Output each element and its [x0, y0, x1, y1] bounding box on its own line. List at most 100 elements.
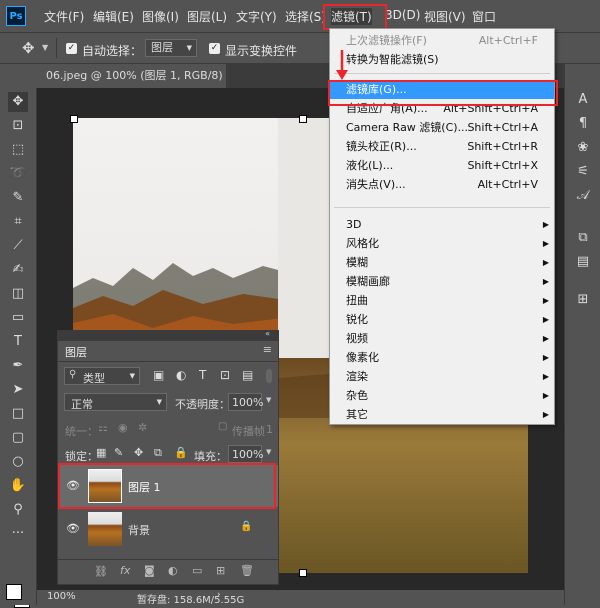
filter-menu-item[interactable]: Camera Raw 滤镜(C)... Shift+Ctrl+A [330, 118, 554, 137]
status-menu-arrow-icon[interactable]: › [217, 590, 221, 600]
lasso-tool-icon[interactable]: ➰ [8, 164, 28, 184]
fx-icon[interactable]: fx [120, 564, 130, 577]
glyphs-icon[interactable]: 𝒜 [573, 186, 593, 206]
layer-filter-dropdown[interactable]: ⚲ 类型 ▼ [64, 367, 140, 385]
menu-layer[interactable]: 图层(L) [187, 8, 227, 25]
auto-select-checkbox[interactable]: ✓ [66, 43, 77, 54]
brush-tool-icon[interactable]: ✍ [8, 260, 28, 280]
zoom-level[interactable]: 100% [47, 591, 76, 602]
menu-view[interactable]: 视图(V) [424, 8, 466, 25]
layers-panel-title[interactable]: 图层 [65, 344, 87, 360]
3d-icon[interactable]: ⧉ [573, 228, 593, 248]
fill-input[interactable]: 100% [228, 445, 263, 463]
filter-menu-item[interactable]: 像素化 ▶ [330, 348, 554, 367]
menu-item-shortcut: Alt+Ctrl+V [477, 178, 538, 191]
quick-select-tool-icon[interactable]: ✎ [8, 188, 28, 208]
filter-menu-item[interactable]: 液化(L)... Shift+Ctrl+X [330, 156, 554, 175]
link-layers-icon[interactable]: ⛓ [94, 565, 108, 578]
panel-menu-icon[interactable]: ≡ [263, 343, 272, 356]
foreground-color-swatch[interactable] [6, 584, 22, 600]
opacity-input[interactable]: 100% [228, 393, 263, 411]
submenu-arrow-icon: ▶ [542, 410, 549, 419]
move-tool-icon[interactable]: ✥ [8, 92, 28, 112]
menu-edit[interactable]: 编辑(E) [93, 8, 134, 25]
lock-position-icon[interactable]: ✥ [134, 446, 143, 459]
chevron-down-icon[interactable]: ▼ [266, 448, 271, 456]
lock-image-icon[interactable]: ✎ [114, 446, 123, 459]
visibility-eye-icon[interactable]: 👁 [66, 522, 80, 535]
filter-menu-item[interactable]: 扭曲 ▶ [330, 291, 554, 310]
unify-position-icon[interactable]: ⚏ [98, 421, 108, 434]
lock-artboard-icon[interactable]: ⧉ [154, 446, 162, 460]
auto-select-dropdown[interactable]: 图层 ▼ [145, 39, 197, 57]
paragraph-style-icon[interactable]: A [573, 90, 593, 110]
more-tools-icon[interactable]: ··· [8, 524, 28, 544]
filter-menu-item[interactable]: 模糊 ▶ [330, 253, 554, 272]
filter-menu-item[interactable]: 转换为智能滤镜(S) [330, 50, 554, 69]
ellipse-tool-icon[interactable]: ▢ [8, 428, 28, 448]
transform-handle[interactable] [70, 115, 78, 123]
paragraph-icon[interactable]: ¶ [573, 114, 593, 134]
lock-pixels-icon[interactable]: ▦ [96, 446, 106, 459]
crop-tool-icon[interactable]: ⌗ [8, 212, 28, 232]
rectangle-tool-icon[interactable]: □ [8, 404, 28, 424]
filter-menu-item[interactable]: 3D ▶ [330, 215, 554, 234]
filter-menu-item[interactable]: 其它 ▶ [330, 405, 554, 424]
layer-name[interactable]: 背景 [128, 522, 150, 538]
filter-pixel-icon[interactable]: ▣ [153, 368, 164, 382]
filter-menu-item[interactable]: 消失点(V)... Alt+Ctrl+V [330, 175, 554, 194]
adjustment-layer-icon[interactable]: ◐ [168, 564, 178, 577]
menu-type[interactable]: 文字(Y) [236, 8, 277, 25]
blend-mode-dropdown[interactable]: 正常 ▼ [64, 393, 167, 411]
filter-shape-icon[interactable]: ⊡ [220, 368, 230, 382]
properties-icon[interactable]: ▤ [573, 252, 593, 272]
pen-tool-icon[interactable]: ✒ [8, 356, 28, 376]
gradient-tool-icon[interactable]: ▭ [8, 308, 28, 328]
new-layer-icon[interactable]: ⊞ [216, 564, 225, 577]
artboard-tool-icon[interactable]: ⊡ [8, 116, 28, 136]
filter-menu-item[interactable]: 渲染 ▶ [330, 367, 554, 386]
filter-menu-item[interactable]: 锐化 ▶ [330, 310, 554, 329]
show-transform-checkbox[interactable]: ✓ [209, 43, 220, 54]
path-select-tool-icon[interactable]: ➤ [8, 380, 28, 400]
grid-panel-icon[interactable]: ⊞ [573, 290, 593, 310]
menu-3d[interactable]: 3D(D) [385, 8, 420, 22]
layer-mask-icon[interactable]: ◙ [144, 564, 155, 577]
layer-thumbnail [88, 512, 122, 546]
filter-type-icon[interactable]: T [199, 368, 206, 382]
eyedropper-tool-icon[interactable]: ⟋ [8, 236, 28, 256]
menu-image[interactable]: 图像(I) [142, 8, 179, 25]
filter-toggle[interactable] [266, 369, 272, 383]
trash-icon[interactable]: 🗑 [240, 564, 254, 577]
menu-select[interactable]: 选择(S) [285, 8, 326, 25]
filter-menu-item[interactable]: 视频 ▶ [330, 329, 554, 348]
filter-menu-item[interactable]: 模糊画廊 ▶ [330, 272, 554, 291]
document-tab[interactable]: 06.jpeg @ 100% (图层 1, RGB/8) * × [36, 64, 226, 106]
unify-visibility-icon[interactable]: ◉ [118, 421, 128, 434]
unify-style-icon[interactable]: ✲ [138, 421, 147, 434]
chevron-down-icon[interactable]: ▼ [42, 43, 48, 52]
menu-file[interactable]: 文件(F) [44, 8, 84, 25]
blur-tool-icon[interactable]: ○ [8, 452, 28, 472]
collapse-icon[interactable]: « [265, 329, 270, 338]
swatches-icon[interactable]: ❀ [573, 138, 593, 158]
filter-smart-object-icon[interactable]: ▤ [242, 368, 253, 382]
zoom-tool-icon[interactable]: ⚲ [8, 500, 28, 520]
transform-handle[interactable] [299, 115, 307, 123]
layer-row-background[interactable]: 👁 背景 🔒 [58, 508, 278, 550]
hand-tool-icon[interactable]: ✋ [8, 476, 28, 496]
filter-adjustment-icon[interactable]: ◐ [176, 368, 186, 382]
filter-menu-item[interactable]: 镜头校正(R)... Shift+Ctrl+R [330, 137, 554, 156]
filter-menu-item[interactable]: 风格化 ▶ [330, 234, 554, 253]
menu-window[interactable]: 窗口 [472, 8, 496, 25]
group-folder-icon[interactable]: ▭ [192, 564, 202, 577]
transform-handle[interactable] [299, 569, 307, 577]
propagate-checkbox[interactable]: ▢ [218, 421, 227, 432]
filter-menu-item[interactable]: 杂色 ▶ [330, 386, 554, 405]
type-tool-icon[interactable]: T [8, 332, 28, 352]
marquee-tool-icon[interactable]: ⬚ [8, 140, 28, 160]
adjustments-icon[interactable]: ⚟ [573, 162, 593, 182]
eraser-tool-icon[interactable]: ◫ [8, 284, 28, 304]
chevron-down-icon[interactable]: ▼ [266, 396, 271, 404]
lock-all-icon[interactable]: 🔒 [174, 446, 188, 459]
